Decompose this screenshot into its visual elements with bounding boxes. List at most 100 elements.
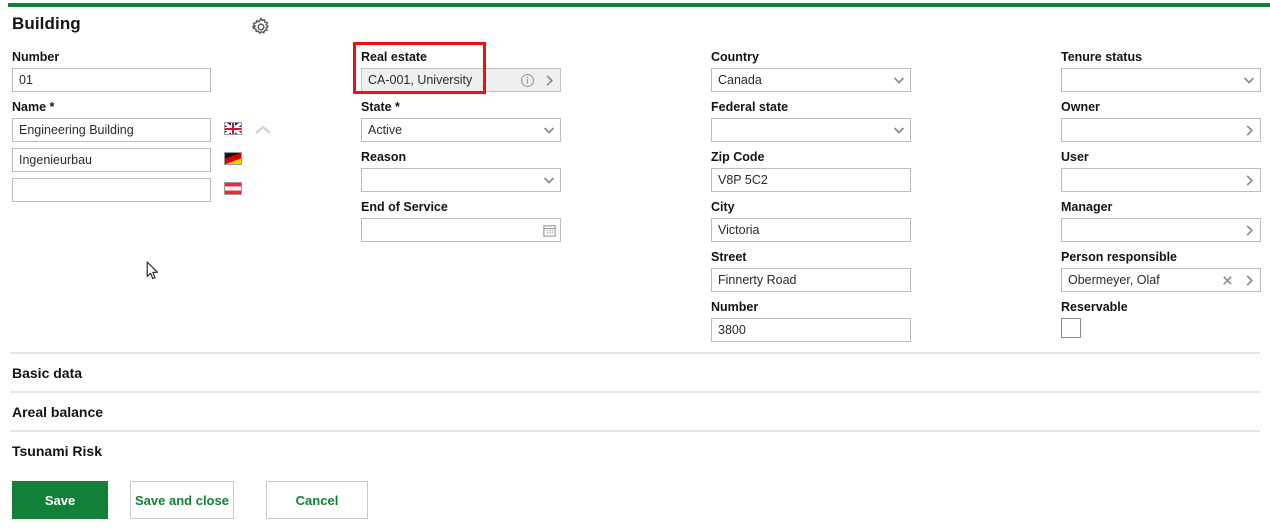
input-street[interactable]: Finnerty Road [711, 268, 911, 292]
label-number: Number [12, 50, 60, 64]
chevron-right-icon-manager[interactable] [1238, 219, 1260, 241]
field-end-of-service: End of Service [361, 199, 561, 242]
input-person-responsible-value: Obermeyer, Olaf [1068, 273, 1160, 287]
label-city: City [711, 200, 735, 214]
label-street: Street [711, 250, 747, 264]
section-title-tsunami-risk: Tsunami Risk [12, 443, 102, 459]
field-federal-state: Federal state [711, 99, 911, 142]
label-house-number: Number [711, 300, 759, 314]
input-street-value: Finnerty Road [718, 273, 797, 287]
input-city[interactable]: Victoria [711, 218, 911, 242]
select-federal-state[interactable] [711, 118, 911, 142]
field-zip-code: Zip Code V8P 5C2 [711, 149, 911, 192]
save-button[interactable]: Save [12, 481, 108, 519]
chevron-right-icon-user[interactable] [1238, 169, 1260, 191]
section-title-basic-data: Basic data [12, 365, 83, 381]
input-name-en[interactable]: Engineering Building [12, 118, 211, 142]
divider [10, 430, 1260, 432]
label-manager: Manager [1061, 200, 1113, 214]
chevron-up-icon[interactable] [252, 121, 274, 139]
select-state-value: Active [368, 123, 403, 137]
input-end-of-service[interactable] [361, 218, 561, 242]
input-user[interactable] [1061, 168, 1261, 192]
chevron-right-icon-owner[interactable] [1238, 119, 1260, 141]
chevron-right-icon-real-estate[interactable] [538, 69, 560, 91]
flag-united-kingdom-icon [224, 122, 242, 135]
flag-austria-icon [224, 182, 242, 195]
select-state[interactable]: Active [361, 118, 561, 142]
field-number: Number 01 [12, 49, 211, 92]
input-manager[interactable] [1061, 218, 1261, 242]
input-real-estate[interactable]: CA-001, University [361, 68, 561, 92]
field-reason: Reason [361, 149, 561, 192]
input-name-en-value: Engineering Building [19, 123, 134, 137]
label-federal-state: Federal state [711, 100, 789, 114]
field-name: Name * Engineering Building Ingenieurbau [12, 99, 271, 208]
input-name-de[interactable]: Ingenieurbau [12, 148, 211, 172]
select-reason[interactable] [361, 168, 561, 192]
input-number-value: 01 [19, 73, 33, 87]
input-number[interactable]: 01 [12, 68, 211, 92]
chevron-down-icon-country[interactable] [888, 69, 910, 91]
field-owner: Owner [1061, 99, 1261, 142]
chevron-down-icon-reason[interactable] [538, 169, 560, 191]
input-zip-code[interactable]: V8P 5C2 [711, 168, 911, 192]
field-real-estate: Real estate CA-001, University [361, 49, 561, 92]
section-basic-data[interactable]: Basic data [0, 352, 1270, 391]
chevron-down-icon-federal-state[interactable] [888, 119, 910, 141]
input-house-number-value: 3800 [718, 323, 746, 337]
input-person-responsible[interactable]: Obermeyer, Olaf [1061, 268, 1261, 292]
input-house-number[interactable]: 3800 [711, 318, 911, 342]
field-person-responsible: Person responsible Obermeyer, Olaf [1061, 249, 1261, 292]
page-title: Building [12, 14, 81, 33]
label-name: Name * [12, 100, 55, 114]
input-owner[interactable] [1061, 118, 1261, 142]
input-name-at[interactable] [12, 178, 211, 202]
field-house-number: Number 3800 [711, 299, 911, 342]
label-person-responsible: Person responsible [1061, 250, 1178, 264]
label-owner: Owner [1061, 100, 1100, 114]
input-zip-code-value: V8P 5C2 [718, 173, 768, 187]
field-manager: Manager [1061, 199, 1261, 242]
label-country: Country [711, 50, 759, 64]
field-country: Country Canada [711, 49, 911, 92]
calendar-icon[interactable] [538, 219, 560, 241]
input-name-de-value: Ingenieurbau [19, 153, 92, 167]
field-reservable: Reservable [1061, 299, 1128, 338]
checkbox-reservable[interactable] [1061, 318, 1081, 338]
info-icon[interactable] [516, 69, 538, 91]
field-state: State * Active [361, 99, 561, 142]
select-country[interactable]: Canada [711, 68, 911, 92]
chevron-down-icon-tenure-status[interactable] [1238, 69, 1260, 91]
name-row-at [12, 178, 242, 202]
label-user: User [1061, 150, 1089, 164]
chevron-down-icon-state[interactable] [538, 119, 560, 141]
flag-germany-icon [224, 152, 242, 165]
input-real-estate-value: CA-001, University [368, 73, 473, 87]
gear-icon[interactable] [246, 12, 276, 42]
label-real-estate: Real estate [361, 50, 428, 64]
top-accent-bar [8, 3, 1270, 7]
field-street: Street Finnerty Road [711, 249, 911, 292]
save-and-close-button[interactable]: Save and close [130, 481, 234, 519]
input-city-value: Victoria [718, 223, 760, 237]
page-header: Building [12, 14, 1262, 42]
field-user: User [1061, 149, 1261, 192]
divider [10, 391, 1260, 393]
section-tsunami-risk[interactable]: Tsunami Risk [0, 430, 1270, 469]
select-tenure-status[interactable] [1061, 68, 1261, 92]
name-row-de: Ingenieurbau [12, 148, 242, 172]
clear-x-icon[interactable] [1216, 269, 1238, 291]
section-title-areal-balance: Areal balance [12, 404, 104, 420]
label-zip-code: Zip Code [711, 150, 765, 164]
label-reservable: Reservable [1061, 300, 1128, 314]
divider [10, 352, 1260, 354]
cancel-button[interactable]: Cancel [266, 481, 368, 519]
chevron-right-icon-person-responsible[interactable] [1238, 269, 1260, 291]
field-city: City Victoria [711, 199, 911, 242]
name-row-en: Engineering Building [12, 118, 271, 142]
label-reason: Reason [361, 150, 407, 164]
section-areal-balance[interactable]: Areal balance [0, 391, 1270, 430]
label-tenure-status: Tenure status [1061, 50, 1143, 64]
field-tenure-status: Tenure status [1061, 49, 1261, 92]
